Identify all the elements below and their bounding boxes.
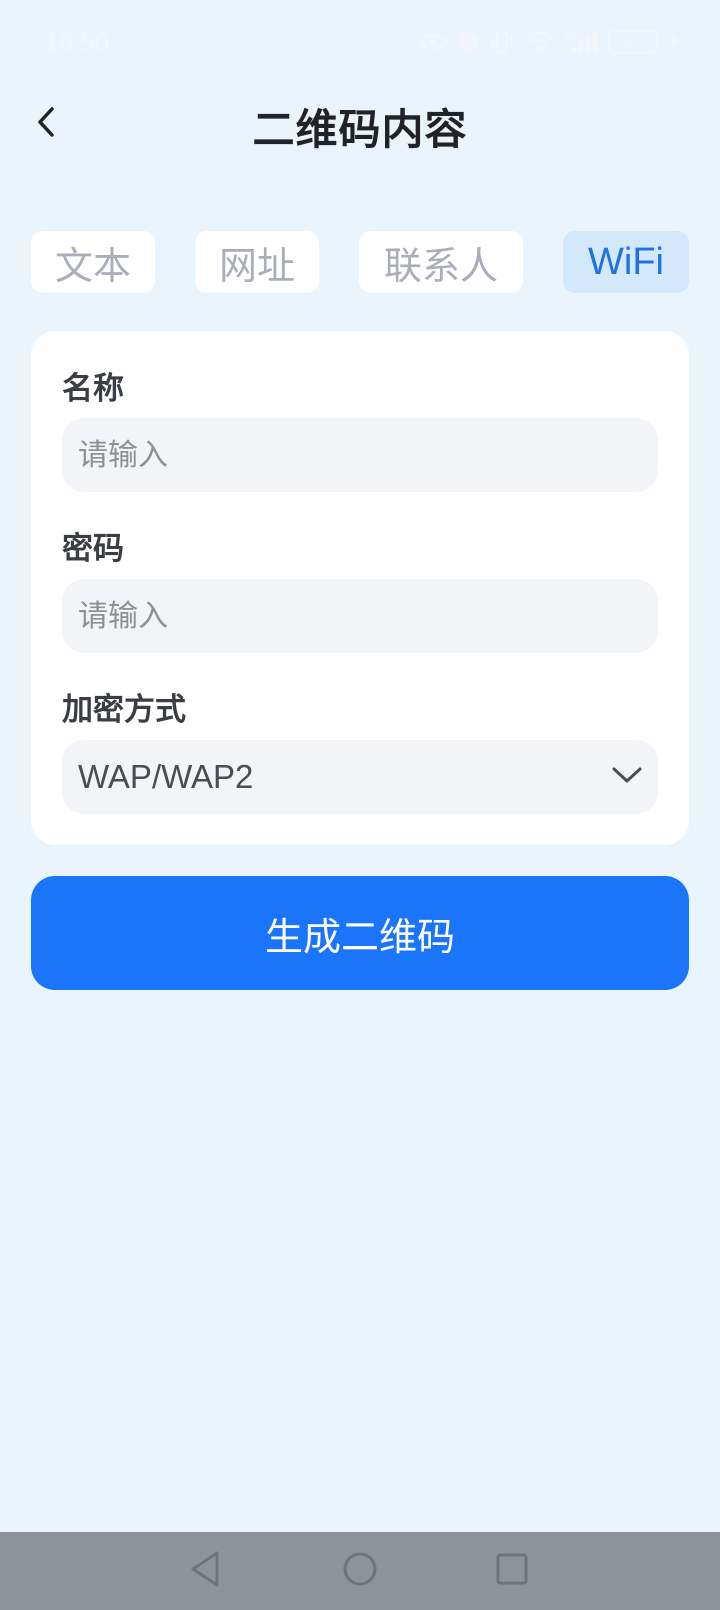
page-title: 二维码内容 (252, 105, 468, 154)
generate-qrcode-button[interactable]: 生成二维码 (31, 876, 689, 990)
encryption-select[interactable]: WAP/WAP2 (62, 740, 658, 814)
tab-contact[interactable]: 联系人 (359, 231, 523, 293)
password-input[interactable] (62, 579, 658, 653)
wifi-form-card: 名称 密码 加密方式 WAP/WAP2 (31, 331, 689, 845)
charging-icon (668, 31, 680, 53)
tab-bar: 文本 网址 联系人 WiFi (31, 231, 689, 293)
nav-home-button[interactable] (338, 1549, 382, 1593)
tab-wifi[interactable]: WiFi (563, 231, 689, 293)
name-label: 名称 (62, 371, 124, 407)
tab-text[interactable]: 文本 (31, 231, 155, 293)
chevron-down-icon (612, 766, 642, 788)
password-label: 密码 (62, 531, 124, 567)
circle-home-icon (340, 1549, 380, 1593)
square-recents-icon (494, 1551, 530, 1591)
encryption-label: 加密方式 (62, 692, 186, 728)
header: 二维码内容 (0, 84, 720, 164)
system-nav-bar (0, 1532, 720, 1610)
svg-text:5G: 5G (564, 30, 576, 40)
name-input[interactable] (62, 418, 658, 492)
vibrate-icon (490, 30, 514, 54)
signal-5g-icon: 5G (564, 29, 598, 55)
status-time: 16:50 (44, 26, 110, 57)
eye-icon (418, 32, 448, 52)
status-icons: 5G 47 (418, 29, 680, 55)
battery-icon: 47 (608, 30, 658, 54)
triangle-back-icon (187, 1549, 223, 1593)
tab-url[interactable]: 网址 (195, 231, 319, 293)
encryption-value: WAP/WAP2 (78, 758, 254, 795)
nav-back-button[interactable] (183, 1549, 227, 1593)
status-bar: 16:50 5G 47 (0, 0, 720, 84)
nav-recents-button[interactable] (490, 1549, 534, 1593)
shield-icon (458, 30, 480, 54)
wifi-icon (524, 30, 554, 54)
